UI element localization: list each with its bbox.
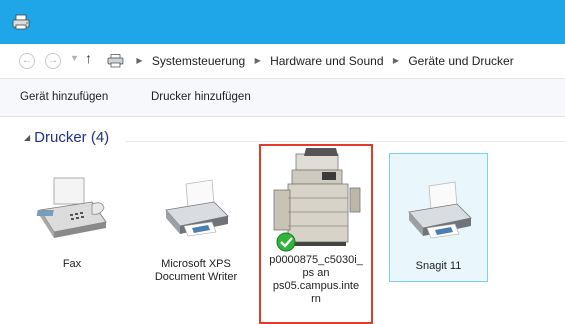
collapse-triangle-icon[interactable]: ◢ [24, 133, 30, 142]
devices-printers-icon [12, 14, 30, 30]
chevron-right-icon[interactable]: ▶ [393, 56, 399, 65]
printer-group-header[interactable]: ◢ Drucker (4) [24, 129, 109, 146]
recent-locations-chevron-icon[interactable]: ▼ [70, 53, 79, 63]
title-bar [0, 0, 565, 44]
breadcrumb-hardware-und-sound[interactable]: Hardware und Sound [270, 54, 383, 68]
forward-button[interactable]: → [45, 53, 61, 69]
printer-snagit-11[interactable]: Snagit 11 [389, 153, 488, 282]
add-device-button[interactable]: Gerät hinzufügen [20, 91, 108, 103]
up-arrow-icon[interactable]: ↑ [85, 50, 92, 66]
back-button[interactable]: ← [19, 53, 35, 69]
printer-p0000875-c5030i-ps[interactable]: p0000875_c5030i_ ps an ps05.campus.inte … [259, 144, 373, 324]
fax-machine-icon [36, 177, 107, 238]
printer-fax[interactable]: Fax [29, 152, 115, 292]
breadcrumb-systemsteuerung[interactable]: Systemsteuerung [152, 54, 245, 68]
group-label: Drucker (4) [34, 129, 110, 146]
printer-icon [165, 179, 229, 237]
group-divider [126, 141, 565, 142]
printer-microsoft-xps-document-writer[interactable]: Microsoft XPS Document Writer [148, 152, 244, 292]
printer-label: Fax [62, 258, 82, 270]
printer-label: p0000875_c5030i_ ps an ps05.campus.inte … [269, 254, 363, 305]
breadcrumb: ▶ Systemsteuerung ▶ Hardware und Sound ▶… [107, 53, 514, 71]
control-panel-icon [107, 53, 124, 68]
address-bar: ← → ▼ ↑ ▶ Systemsteuerung ▶ Hardware und… [0, 44, 565, 79]
printer-label: Snagit 11 [415, 260, 462, 272]
breadcrumb-geraete-und-drucker[interactable]: Geräte und Drucker [408, 54, 513, 68]
chevron-right-icon[interactable]: ▶ [255, 56, 261, 65]
printer-label: Microsoft XPS Document Writer [154, 258, 238, 283]
command-bar: Gerät hinzufügen Drucker hinzufügen [0, 79, 565, 117]
copier-icon [273, 148, 361, 252]
chevron-right-icon: ▶ [136, 56, 143, 66]
printer-icon [407, 181, 472, 239]
add-printer-button[interactable]: Drucker hinzufügen [151, 91, 251, 103]
